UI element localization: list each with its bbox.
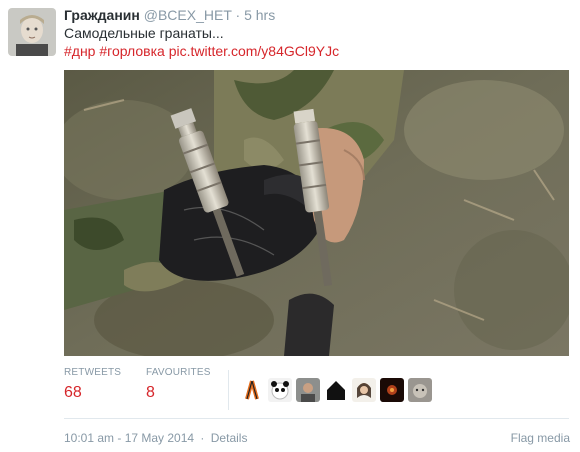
tweet-time[interactable]: 5 hrs	[244, 7, 275, 23]
ribbon-avatar[interactable]	[240, 378, 264, 402]
user-username[interactable]: @BCEX_HET	[144, 7, 232, 23]
hashtag-gorlovka[interactable]: #горловка	[99, 43, 164, 59]
tweet-stats: RETWEETS 68 FAVOURITES 8	[64, 366, 569, 416]
details-link[interactable]: Details	[211, 431, 248, 445]
dark-avatar[interactable]	[380, 378, 404, 402]
cat-avatar[interactable]	[408, 378, 432, 402]
pic-link[interactable]: pic.twitter.com/y84GCl9YJc	[169, 43, 339, 59]
tweet-timestamp[interactable]: 10:01 am - 17 May 2014	[64, 431, 194, 445]
panda-avatar[interactable]	[268, 378, 292, 402]
footer-divider	[64, 418, 569, 419]
tweet-links: #днр #горловка pic.twitter.com/y84GCl9YJ…	[64, 42, 339, 60]
favourites-stat[interactable]: FAVOURITES 8	[146, 366, 211, 404]
favourites-count: 8	[146, 384, 155, 401]
flag-media-link[interactable]: Flag media	[511, 430, 570, 446]
header-dot: ·	[235, 7, 241, 23]
hashtag-dnr[interactable]: #днр	[64, 43, 95, 59]
house-avatar[interactable]	[324, 378, 348, 402]
retweets-label: RETWEETS	[64, 367, 122, 378]
footer-separator: ·	[200, 431, 205, 445]
stats-divider	[228, 370, 229, 410]
tweet-text: Самодельные гранаты...	[64, 25, 224, 41]
tweet-header: Гражданин @BCEX_HET · 5 hrs	[64, 6, 275, 24]
woman-avatar[interactable]	[352, 378, 376, 402]
retweets-stat[interactable]: RETWEETS 68	[64, 366, 121, 404]
tweet-footer: 10:01 am - 17 May 2014 · Details	[64, 430, 247, 446]
retweets-count: 68	[64, 384, 82, 401]
favourites-label: FAVOURITES	[146, 367, 211, 378]
tweet-photo[interactable]	[64, 70, 569, 356]
user-avatar[interactable]	[8, 8, 56, 56]
user-fullname[interactable]: Гражданин	[64, 7, 140, 23]
man-avatar[interactable]	[296, 378, 320, 402]
